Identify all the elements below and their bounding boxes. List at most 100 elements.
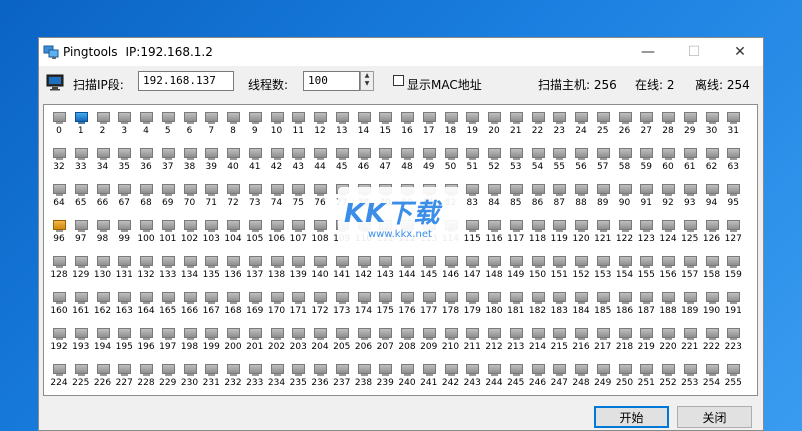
computer-icon: [248, 256, 262, 266]
computer-icon: [444, 292, 458, 302]
computer-stand: [665, 158, 672, 160]
computer-icon: [531, 220, 545, 230]
computer-stand: [730, 158, 738, 160]
computer-icon: [140, 148, 153, 158]
close-window-button[interactable]: ✕: [717, 38, 763, 66]
computer-icon: [575, 184, 588, 194]
computer-icon: [292, 364, 306, 374]
computer-icon: [379, 328, 393, 338]
computer-stand: [599, 122, 607, 124]
computer-stand: [56, 158, 63, 160]
computer-icon: [575, 256, 588, 266]
computer-stand: [360, 302, 368, 304]
computer-icon: [335, 112, 349, 122]
computer-stand: [99, 266, 107, 268]
computer-icon: [575, 220, 588, 230]
host-item[interactable]: 159: [722, 253, 744, 289]
computer-icon: [596, 292, 610, 302]
computer-icon: [705, 148, 719, 158]
computer-stand: [425, 122, 433, 124]
title-bar: Pingtools IP:192.168.1.2 — ☐ ✕: [39, 38, 763, 66]
start-button[interactable]: 开始: [594, 406, 669, 428]
computer-stand: [230, 194, 237, 196]
computer-icon: [314, 148, 327, 158]
computer-stand: [686, 302, 694, 304]
computer-icon: [618, 364, 632, 374]
host-item[interactable]: 95: [722, 181, 744, 217]
computer-icon: [161, 256, 175, 266]
host-item[interactable]: 31: [722, 109, 744, 145]
computer-stand: [534, 194, 542, 196]
computer-stand: [469, 194, 477, 196]
computer-icon: [553, 328, 567, 338]
computer-stand: [208, 266, 216, 268]
computer-icon: [140, 184, 153, 194]
computer-stand: [143, 122, 150, 124]
computer-stand: [208, 230, 216, 232]
computer-icon: [640, 148, 654, 158]
computer-icon: [183, 256, 197, 266]
computer-icon: [96, 112, 110, 122]
computer-stand: [186, 374, 194, 376]
computer-icon: [248, 112, 262, 122]
computer-icon: [640, 364, 654, 374]
computer-stand: [730, 338, 738, 340]
computer-icon: [488, 292, 501, 302]
spin-down-icon[interactable]: ▼: [361, 80, 373, 88]
computer-icon: [662, 184, 675, 194]
computer-icon: [553, 256, 567, 266]
host-item[interactable]: 127: [722, 217, 744, 253]
host-item[interactable]: 255: [722, 361, 744, 397]
computer-icon: [357, 112, 371, 122]
host-item[interactable]: 223: [722, 325, 744, 361]
host-item[interactable]: 191: [722, 289, 744, 325]
computer-icon: [531, 328, 545, 338]
computer-icon: [379, 364, 393, 374]
ip-segment-input[interactable]: 192.168.137: [138, 71, 234, 91]
computer-stand: [469, 122, 477, 124]
computer-stand: [469, 302, 477, 304]
computer-icon: [531, 364, 545, 374]
computer-icon: [640, 328, 654, 338]
computer-icon: [205, 292, 219, 302]
computer-stand: [121, 302, 129, 304]
computer-stand: [469, 374, 477, 376]
close-button[interactable]: 关闭: [677, 406, 752, 428]
computer-stand: [382, 338, 390, 340]
computer-icon: [531, 184, 545, 194]
computer-stand: [99, 338, 107, 340]
show-mac-checkbox[interactable]: [393, 75, 404, 86]
computer-stand: [208, 194, 216, 196]
computer-stand: [665, 230, 672, 232]
computer-icon: [618, 112, 632, 122]
computer-icon: [357, 328, 371, 338]
computer-icon: [509, 328, 523, 338]
computer-stand: [621, 266, 629, 268]
maximize-button[interactable]: ☐: [671, 38, 717, 66]
computer-stand: [469, 266, 477, 268]
computer-icon: [118, 220, 132, 230]
threads-input[interactable]: 100: [303, 71, 360, 91]
computer-icon: [96, 328, 110, 338]
computer-icon: [466, 220, 480, 230]
computer-icon: [118, 112, 132, 122]
computer-icon: [53, 112, 66, 122]
minimize-button[interactable]: —: [625, 38, 671, 66]
computer-stand: [360, 158, 368, 160]
computer-stand: [360, 374, 368, 376]
computer-icon: [314, 184, 327, 194]
computer-icon: [727, 112, 741, 122]
show-mac-label[interactable]: 显示MAC地址: [407, 76, 482, 93]
computer-stand: [186, 266, 194, 268]
computer-icon: [161, 292, 175, 302]
threads-spinner[interactable]: ▲ ▼: [360, 71, 374, 91]
computer-stand: [317, 266, 324, 268]
computer-icon: [509, 148, 523, 158]
computer-stand: [143, 230, 150, 232]
computer-icon: [727, 364, 741, 374]
computer-icon: [683, 220, 697, 230]
computer-icon: [466, 256, 480, 266]
computer-stand: [730, 194, 738, 196]
host-item[interactable]: 63: [722, 145, 744, 181]
spin-up-icon[interactable]: ▲: [361, 72, 373, 80]
